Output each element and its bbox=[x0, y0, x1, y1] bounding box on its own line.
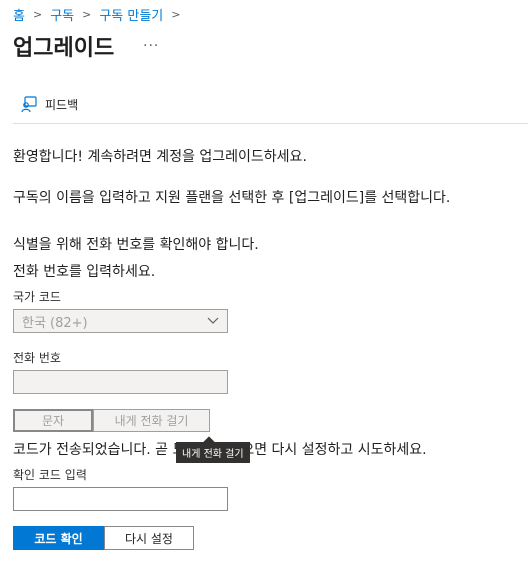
feedback-label: 피드백 bbox=[45, 98, 79, 112]
verification-code-input[interactable] bbox=[13, 487, 228, 511]
country-code-dropdown[interactable]: 한국 (82+) bbox=[13, 309, 228, 333]
feedback-button[interactable]: 피드백 bbox=[20, 96, 78, 113]
verification-code-label: 확인 코드 입력 bbox=[13, 468, 87, 482]
more-options-button[interactable]: ··· bbox=[143, 38, 159, 54]
instruction-text: 구독의 이름을 입력하고 지원 플랜을 선택한 후 [업그레이드]를 선택합니다… bbox=[13, 190, 451, 206]
welcome-text: 환영합니다! 계속하려면 계정을 업그레이드하세요. bbox=[13, 149, 307, 165]
text-me-button[interactable]: 문자 bbox=[13, 409, 93, 432]
verify-text-line1: 식별을 위해 전화 번호를 확인해야 합니다. bbox=[13, 237, 259, 253]
country-code-value: 한국 (82+) bbox=[22, 315, 88, 331]
feedback-icon bbox=[21, 96, 37, 113]
page-title: 업그레이드 bbox=[13, 36, 115, 61]
chevron-right-icon: > bbox=[32, 8, 43, 21]
toolbar-divider bbox=[13, 123, 528, 124]
verify-text-line2: 전화 번호를 입력하세요. bbox=[13, 264, 156, 280]
chevron-down-icon bbox=[207, 317, 219, 324]
breadcrumb-home[interactable]: 홈 bbox=[13, 5, 25, 24]
phone-number-label: 전화 번호 bbox=[13, 351, 61, 365]
chevron-right-icon: > bbox=[82, 8, 92, 21]
call-me-button[interactable]: 내게 전화 걸기 bbox=[93, 409, 210, 432]
chevron-right-icon: > bbox=[171, 8, 181, 21]
breadcrumb-subscriptions[interactable]: 구독 bbox=[50, 5, 74, 24]
breadcrumb-create-subscription[interactable]: 구독 만들기 bbox=[99, 5, 163, 24]
reset-button[interactable]: 다시 설정 bbox=[104, 526, 194, 550]
country-code-label: 국가 코드 bbox=[13, 290, 61, 304]
verify-code-button[interactable]: 코드 확인 bbox=[13, 526, 104, 550]
breadcrumb: 홈 > 구독 > 구독 만들기 > bbox=[13, 5, 188, 24]
phone-number-field[interactable] bbox=[13, 370, 228, 394]
call-me-tooltip: 내게 전화 걸기 bbox=[176, 442, 250, 463]
